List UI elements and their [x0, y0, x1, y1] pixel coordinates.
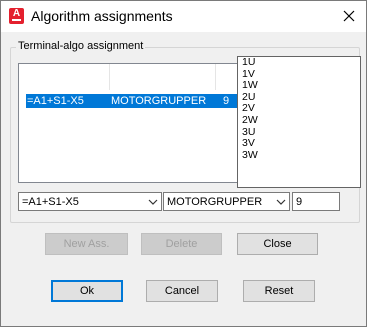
group-combobox-value: MOTORGRUPPER: [167, 196, 263, 208]
close-button[interactable]: Close: [237, 233, 318, 255]
column-divider: [109, 64, 110, 90]
dropdown-option[interactable]: 2W: [238, 114, 360, 127]
chevron-down-icon[interactable]: [148, 199, 158, 205]
column-divider: [215, 64, 216, 90]
ok-button[interactable]: Ok: [51, 280, 123, 302]
algo-field-value: 9: [296, 196, 303, 208]
terminal-combobox[interactable]: =A1+S1-X5: [18, 192, 162, 211]
algo-field[interactable]: 9: [292, 192, 340, 211]
list-row-selected[interactable]: =A1+S1-X5 MOTORGRUPPER 9: [26, 94, 272, 108]
dropdown-option[interactable]: 3W: [238, 149, 360, 162]
autocad-electrical-icon: A: [9, 8, 24, 24]
chevron-down-icon[interactable]: [276, 199, 286, 205]
row-algo: 9: [223, 95, 230, 107]
groupbox-label: Terminal-algo assignment: [16, 40, 146, 53]
dropdown-option[interactable]: 3U: [238, 126, 360, 139]
new-ass-button[interactable]: New Ass.: [45, 233, 128, 255]
cancel-button[interactable]: Cancel: [146, 280, 218, 302]
terminal-combobox-value: =A1+S1-X5: [22, 196, 79, 208]
window-title: Algorithm assignments: [31, 8, 173, 24]
dropdown-option[interactable]: 1U: [238, 56, 360, 69]
row-group: MOTORGRUPPER: [111, 95, 207, 107]
dropdown-option[interactable]: 1W: [238, 80, 360, 92]
delete-button[interactable]: Delete: [141, 233, 222, 255]
dropdown-option[interactable]: 2U: [238, 91, 360, 104]
algo-dropdown-list[interactable]: 1U 1V 1W 2U 2V 2W 3U 3V 3W: [237, 56, 361, 188]
dropdown-option[interactable]: 3V: [238, 138, 360, 150]
group-combobox[interactable]: MOTORGRUPPER: [163, 192, 290, 211]
reset-button[interactable]: Reset: [243, 280, 315, 302]
close-icon[interactable]: [340, 7, 358, 25]
title-bar: A Algorithm assignments: [1, 1, 366, 32]
row-terminal: =A1+S1-X5: [27, 95, 84, 107]
algorithm-assignments-dialog: A Algorithm assignments Terminal-algo as…: [0, 0, 367, 327]
